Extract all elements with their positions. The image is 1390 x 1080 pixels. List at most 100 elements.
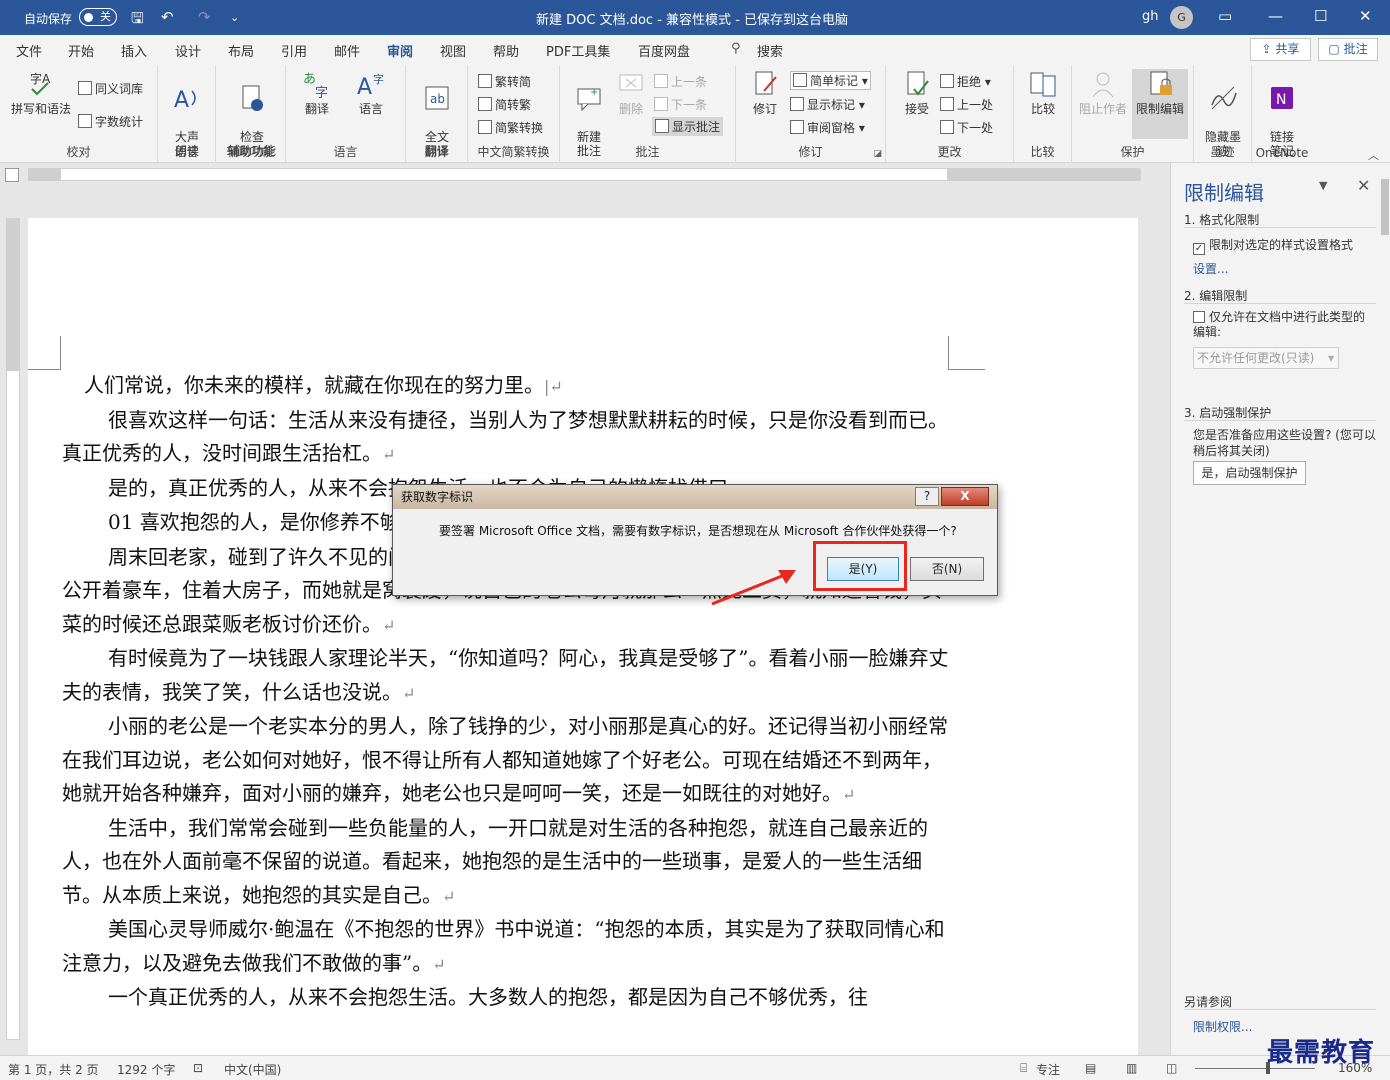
show-markup-label: 显示标记	[807, 98, 856, 112]
pane-scrollbar[interactable]	[1381, 179, 1389, 235]
share-button[interactable]: ⇪ 共享	[1250, 38, 1311, 61]
tab-home[interactable]: 开始	[68, 41, 94, 60]
simple-markup-dropdown[interactable]: 简单标记 ▾	[790, 71, 871, 90]
reviewing-pane-button[interactable]: 审阅窗格 ▾	[790, 119, 865, 136]
next-comment-button[interactable]: 下一条	[654, 96, 707, 113]
tab-mailings[interactable]: 邮件	[334, 41, 360, 60]
dialog-close-button[interactable]: X	[941, 487, 989, 506]
undo-icon[interactable]: ↶	[161, 8, 174, 26]
group-ink: 隐藏墨 迹 墨迹	[1194, 65, 1252, 163]
tab-selector[interactable]	[5, 168, 19, 182]
language-button[interactable]: A字 语言	[346, 69, 396, 116]
tab-baidu-netdisk[interactable]: 百度网盘	[638, 41, 690, 60]
print-layout-icon[interactable]: ▥	[1126, 1061, 1137, 1075]
editing-restriction-checkbox[interactable]: 仅允许在文档中进行此类型的编辑:	[1193, 310, 1373, 340]
settings-link[interactable]: 设置...	[1193, 260, 1228, 277]
focus-icon[interactable]: ⌸	[1020, 1061, 1027, 1076]
show-markup-button[interactable]: 显示标记 ▾	[790, 96, 865, 113]
redo-icon[interactable]: ↷	[198, 8, 211, 26]
word-count[interactable]: 1292 个字	[117, 1061, 175, 1078]
group-speech: A 大声 朗读 语音	[158, 65, 216, 163]
compare-button[interactable]: 比较	[1018, 69, 1068, 116]
tab-layout[interactable]: 布局	[228, 41, 254, 60]
pane-options-icon[interactable]: ▼	[1319, 179, 1327, 192]
restrict-editing-label: 限制编辑	[1135, 102, 1184, 116]
watermark-logo: 最需教育	[1267, 1038, 1376, 1068]
traditional-to-simplified-button[interactable]: 繁转简	[478, 73, 531, 90]
accept-icon	[907, 71, 929, 96]
close-icon[interactable]: ✕	[1359, 7, 1372, 25]
group-label-onenote: OneNote	[1255, 146, 1309, 160]
focus-mode[interactable]: 专注	[1036, 1061, 1060, 1078]
delete-comment-button[interactable]: 删除	[606, 69, 656, 116]
read-mode-icon[interactable]: ▤	[1085, 1061, 1096, 1075]
tab-pdf-tools[interactable]: PDF工具集	[546, 41, 610, 60]
next-change-button[interactable]: 下一处	[940, 119, 993, 136]
ruler-bar[interactable]	[28, 168, 1141, 181]
track-changes-button[interactable]: 修订	[740, 69, 790, 116]
tab-design[interactable]: 设计	[175, 41, 201, 60]
tab-search[interactable]: 搜索	[757, 41, 783, 60]
save-icon[interactable]: 🖫	[131, 8, 144, 33]
page-count[interactable]: 第 1 页，共 2 页	[8, 1061, 99, 1078]
editing-type-select[interactable]: 不允许任何更改(只读)	[1193, 347, 1339, 369]
no-button[interactable]: 否(N)	[910, 557, 984, 581]
accept-button[interactable]: 接受	[892, 69, 942, 116]
previous-comment-button[interactable]: 上一条	[654, 73, 707, 90]
language-status[interactable]: 中文(中国)	[224, 1061, 281, 1078]
chinese-conversion-button[interactable]: 简繁转换	[478, 119, 543, 136]
show-comments-button[interactable]: 显示批注	[652, 117, 724, 136]
yes-button[interactable]: 是(Y)	[827, 557, 899, 581]
customize-qat-icon[interactable]: ⌄	[230, 11, 239, 24]
status-bar: 第 1 页，共 2 页 1292 个字 ⊡ 中文(中国) ⌸ 专注 ▤ ▥ ◫ …	[0, 1055, 1390, 1080]
tab-file[interactable]: 文件	[16, 41, 42, 60]
spelling-grammar-button[interactable]: 字A 拼写和语法	[10, 69, 72, 116]
next-change-label: 下一处	[957, 121, 994, 135]
tab-review[interactable]: 审阅	[387, 41, 414, 68]
document-body[interactable]: 人们常说，你未来的模样，就藏在你现在的努力里。|↵ 很喜欢这样一句话：生活从来没…	[62, 369, 952, 1015]
word-count-button[interactable]: 字数统计	[78, 113, 143, 130]
restrict-editing-button[interactable]: 限制编辑	[1132, 69, 1188, 139]
comments-button[interactable]: ▢ 批注	[1318, 38, 1378, 61]
tab-references[interactable]: 引用	[281, 41, 307, 60]
maximize-icon[interactable]: ☐	[1314, 7, 1327, 25]
user-name[interactable]: gh	[1142, 9, 1159, 24]
simplified-to-traditional-button[interactable]: 简转繁	[478, 96, 531, 113]
document-title: 新建 DOC 文档.doc - 兼容性模式 - 已保存到这台电脑	[536, 13, 848, 28]
dialog-help-button[interactable]: ?	[915, 487, 939, 506]
crop-mark-right	[948, 336, 949, 370]
restrict-permission-link[interactable]: 限制权限...	[1193, 1018, 1252, 1035]
tab-view[interactable]: 视图	[440, 41, 466, 60]
formatting-restriction-checkbox[interactable]: ✓ 限制对选定的样式设置格式	[1193, 236, 1353, 255]
t2s-icon	[478, 74, 492, 88]
tab-insert[interactable]: 插入	[121, 41, 147, 60]
tab-help[interactable]: 帮助	[493, 41, 519, 60]
previous-change-icon	[940, 97, 954, 111]
convert-icon	[478, 120, 492, 134]
avatar[interactable]: G	[1170, 6, 1193, 29]
vertical-ruler[interactable]	[6, 218, 20, 1040]
paragraph: 人们常说，你未来的模样，就藏在你现在的努力里。|↵	[84, 373, 563, 397]
block-authors-button[interactable]: 阻止作者	[1078, 69, 1128, 116]
reject-button[interactable]: 拒绝 ▾	[940, 73, 991, 90]
web-layout-icon[interactable]: ◫	[1166, 1061, 1177, 1075]
start-enforcing-button[interactable]: 是，启动强制保护	[1193, 461, 1306, 485]
pane-close-icon[interactable]: ✕	[1357, 176, 1370, 195]
horizontal-ruler[interactable]	[0, 163, 1170, 185]
search-icon[interactable]: ⚲	[731, 41, 741, 56]
proofing-icon[interactable]: ⊡	[193, 1061, 203, 1075]
dialog-message: 要签署 Microsoft Office 文档，需要有数字标识，是否想现在从 M…	[439, 524, 957, 538]
previous-change-button[interactable]: 上一处	[940, 96, 993, 113]
collapse-ribbon-icon[interactable]: ︿	[1368, 147, 1379, 163]
group-label-compare: 比较	[1030, 145, 1055, 159]
autosave-toggle[interactable]: 关	[79, 8, 117, 26]
translate-button[interactable]: あ字 翻译	[292, 69, 342, 116]
group-label-chinese-conversion: 中文简繁转换	[477, 145, 550, 159]
linked-notes-button[interactable]: N 链接 笔记	[1257, 69, 1307, 158]
group-label-comments: 批注	[635, 145, 660, 159]
divider	[1184, 227, 1376, 228]
minimize-icon[interactable]: —	[1268, 7, 1283, 25]
ribbon-display-icon[interactable]: ▭	[1218, 7, 1232, 25]
thesaurus-button[interactable]: 同义词库	[78, 80, 143, 97]
document-page[interactable]: 人们常说，你未来的模样，就藏在你现在的努力里。|↵ 很喜欢这样一句话：生活从来没…	[28, 218, 1138, 1058]
